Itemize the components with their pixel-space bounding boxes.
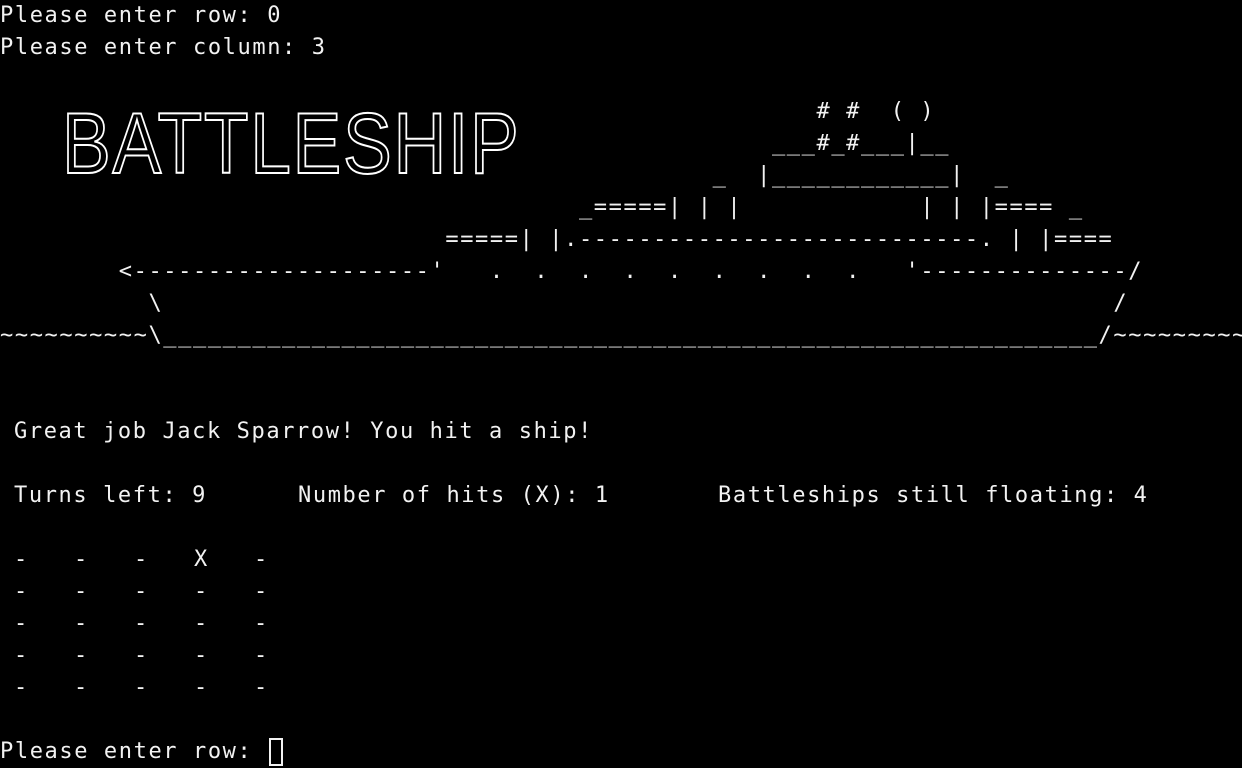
board-cell: -	[14, 579, 29, 604]
board-cell: -	[254, 643, 269, 668]
board-cell: -	[134, 547, 149, 572]
board-cell: -	[74, 579, 89, 604]
board-cell: -	[14, 547, 29, 572]
board-cell: X	[194, 547, 209, 572]
board-cell: -	[134, 579, 149, 604]
board-row: - - - - -	[14, 608, 314, 640]
text-cursor[interactable]	[269, 738, 284, 766]
board-cell: -	[254, 675, 269, 700]
board-row: - - - X -	[14, 544, 314, 576]
board-cell: -	[254, 547, 269, 572]
hit-message: Great job Jack Sparrow! You hit a ship!	[14, 419, 593, 444]
board-cell: -	[194, 611, 209, 636]
turns-left: Turns left: 9	[14, 483, 207, 508]
board-cell: -	[194, 675, 209, 700]
board-cell: -	[134, 611, 149, 636]
column-prompt-history: Please enter column: 3	[0, 35, 327, 60]
board-cell: -	[134, 675, 149, 700]
ships-floating: Battleships still floating: 4	[718, 483, 1149, 508]
board-cell: -	[14, 611, 29, 636]
board-cell: -	[254, 579, 269, 604]
board-cell: -	[74, 643, 89, 668]
board-cell: -	[194, 579, 209, 604]
board-row: - - - - -	[14, 672, 314, 704]
battleship-title: BATTLESHIP	[61, 96, 521, 192]
board-cell: -	[194, 643, 209, 668]
board-row: - - - - -	[14, 640, 314, 672]
board-cell: -	[74, 611, 89, 636]
current-row-prompt: Please enter row:	[0, 739, 268, 764]
board-cell: -	[254, 611, 269, 636]
hits-count: Number of hits (X): 1	[298, 483, 610, 508]
board-cell: -	[14, 675, 29, 700]
board-cell: -	[74, 675, 89, 700]
board-cell: -	[134, 643, 149, 668]
row-prompt-history: Please enter row: 0	[0, 3, 283, 28]
current-prompt-line[interactable]: Please enter row:	[0, 736, 284, 768]
board-cell: -	[14, 643, 29, 668]
game-board: - - - X - - - - - - - - - - - - - - - -	[14, 544, 314, 704]
board-cell: -	[74, 547, 89, 572]
board-row: - - - - -	[14, 576, 314, 608]
